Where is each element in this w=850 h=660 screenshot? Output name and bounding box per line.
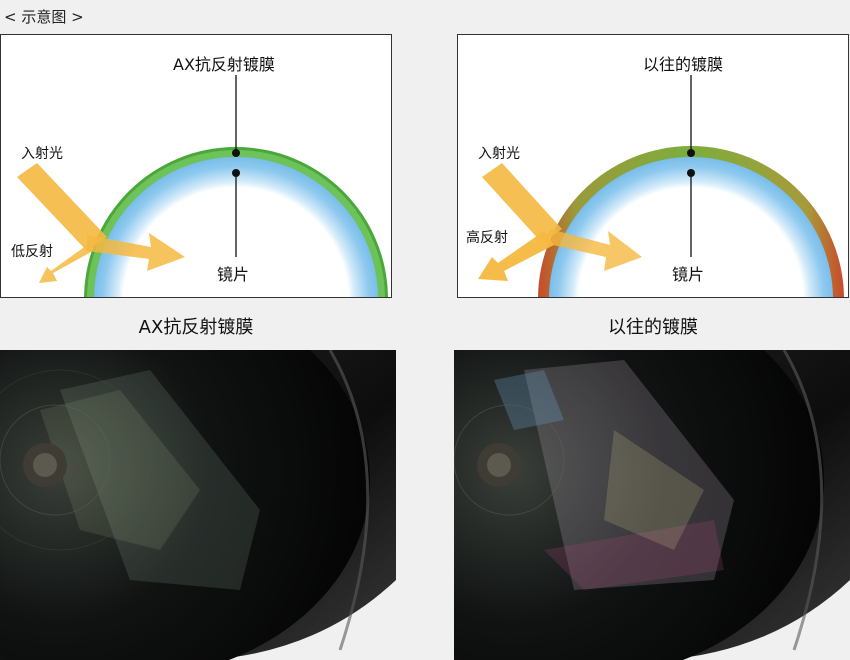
right-caption: 以往的镀膜	[608, 317, 698, 338]
reflection-label: 高反射	[466, 230, 508, 246]
incident-light-label: 入射光	[478, 146, 520, 162]
ax-coating-diagram: AX抗反射镀膜 入射光 低反射 镜片	[0, 34, 392, 298]
lens-photo-illustration	[0, 350, 396, 660]
lens-label: 镜片	[217, 265, 250, 284]
conventional-coating-diagram: 以往的镀膜 入射光 高反射 镜片	[457, 34, 849, 298]
left-caption: AX抗反射镀膜	[138, 317, 254, 338]
lens-photo-illustration	[454, 350, 850, 660]
reflection-label: 低反射	[11, 244, 53, 260]
coating-label: AX抗反射镀膜	[173, 55, 275, 74]
coating-label: 以往的镀膜	[643, 55, 724, 74]
conventional-coating-lens-photo	[454, 350, 850, 660]
ax-coating-lens-photo	[0, 350, 396, 660]
lens-label: 镜片	[672, 265, 705, 284]
diagram-header: < 示意图 >	[4, 8, 84, 26]
incident-light-label: 入射光	[21, 146, 63, 162]
